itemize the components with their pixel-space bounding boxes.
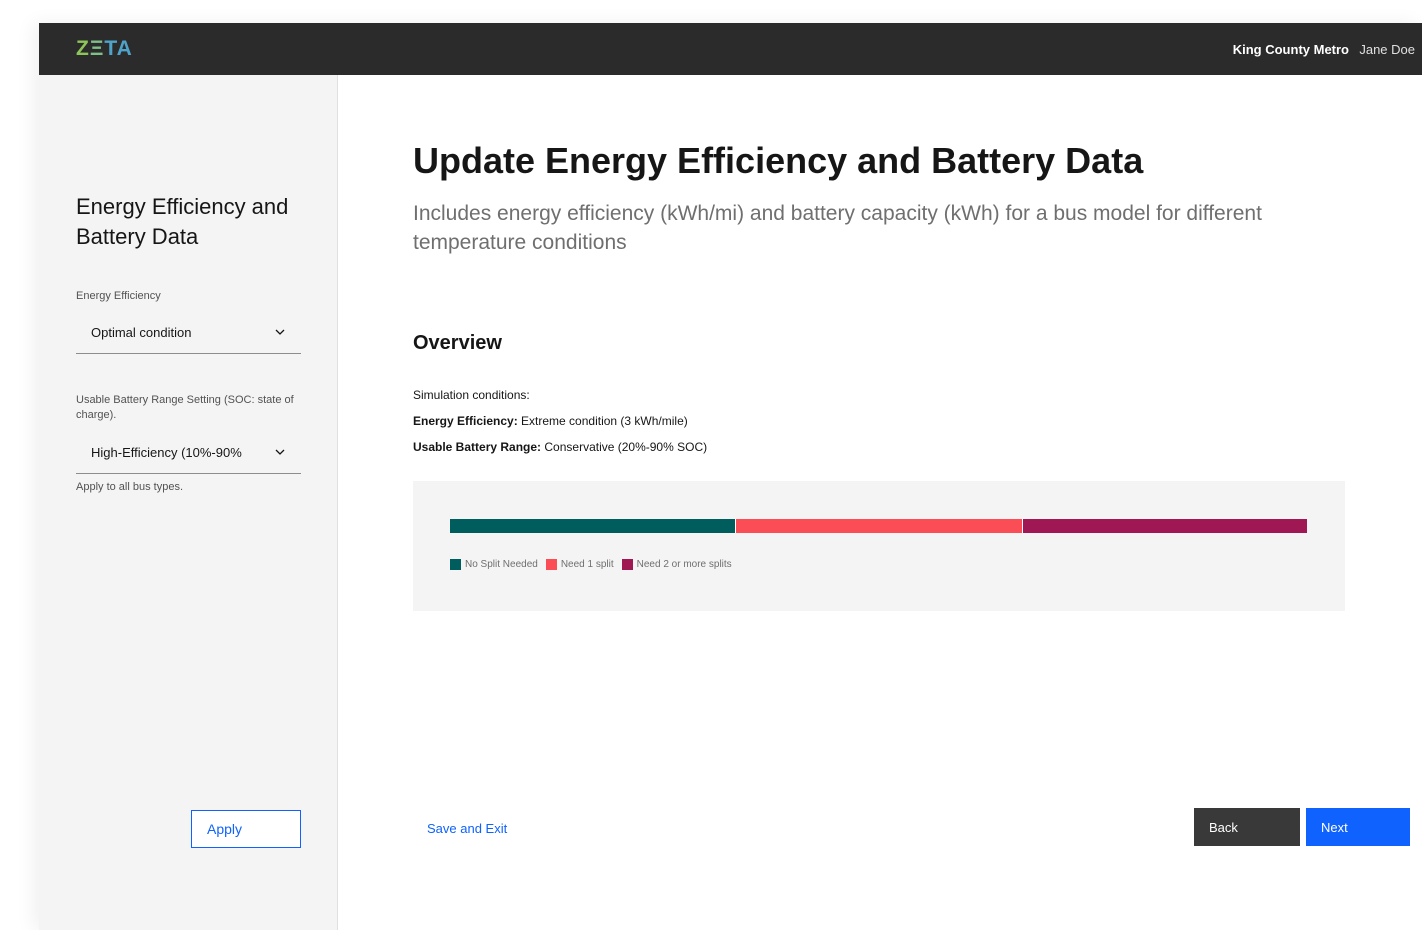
energy-efficiency-select[interactable]: Optimal condition (76, 311, 301, 354)
overview-title: Overview (413, 332, 502, 354)
legend-swatch (621, 559, 633, 570)
save-and-exit-link[interactable]: Save and Exit (427, 821, 507, 836)
sidebar-title: Energy Efficiency and Battery Data (76, 194, 289, 249)
stacked-bar (450, 519, 1307, 533)
page-subtitle: Includes energy efficiency (kWh/mi) and … (413, 202, 1262, 254)
legend-label: No Split Needed (465, 559, 538, 570)
battery-condition-value: Conservative (20%-90% SOC) (541, 440, 708, 454)
chevron-down-icon (275, 449, 285, 455)
main-content: Update Energy Efficiency and Battery Dat… (413, 75, 1410, 930)
chevron-down-icon (275, 329, 285, 335)
top-bar: ZΞTA King County Metro Jane Doe (39, 23, 1422, 75)
energy-efficiency-value: Optimal condition (91, 325, 192, 340)
conditions-label: Simulation conditions: (413, 388, 530, 402)
legend-item: Need 2 or more splits (621, 559, 732, 570)
zeta-logo[interactable]: ZΞTA (76, 37, 133, 61)
legend-item: No Split Needed (450, 559, 538, 570)
energy-condition-key: Energy Efficiency: (413, 414, 518, 428)
legend-item: Need 1 split (545, 559, 614, 570)
battery-condition: Usable Battery Range: Conservative (20%-… (413, 440, 707, 454)
left-gutter (0, 0, 39, 930)
battery-range-select[interactable]: High-Efficiency (10%-90% (76, 431, 301, 474)
sidebar: Energy Efficiency and Battery Data Energ… (39, 75, 338, 930)
energy-condition-value: Extreme condition (3 kWh/mile) (517, 414, 688, 428)
legend-label: Need 2 or more splits (636, 559, 732, 570)
energy-condition: Energy Efficiency: Extreme condition (3 … (413, 414, 688, 428)
battery-range-label: Usable Battery Range Setting (SOC: state… (76, 394, 294, 421)
battery-range-value: High-Efficiency (10%-90% (91, 445, 242, 460)
page-title: Update Energy Efficiency and Battery Dat… (413, 140, 1144, 181)
chart-legend: No Split Needed Need 1 split Need 2 or mor… (450, 559, 740, 570)
user-name[interactable]: Jane Doe (1359, 42, 1415, 57)
org-name: King County Metro (1232, 42, 1349, 57)
legend-swatch (450, 559, 461, 570)
bar-segment-1 (450, 519, 736, 533)
next-button[interactable]: Next (1306, 808, 1410, 846)
bar-segment-3 (1021, 519, 1307, 533)
energy-efficiency-label: Energy Efficiency (76, 290, 161, 302)
battery-condition-key: Usable Battery Range: (413, 440, 542, 454)
legend-swatch (545, 559, 557, 570)
split-chart-card: No Split Needed Need 1 split Need 2 or mor… (413, 481, 1345, 611)
legend-label: Need 1 split (560, 559, 614, 570)
helper-text: Apply to all bus types. (76, 481, 184, 493)
bar-segment-2 (735, 519, 1022, 533)
back-button[interactable]: Back (1194, 808, 1300, 846)
apply-button[interactable]: Apply (191, 810, 301, 848)
app-window: ZΞTA King County Metro Jane Doe Energy E… (39, 23, 1422, 930)
